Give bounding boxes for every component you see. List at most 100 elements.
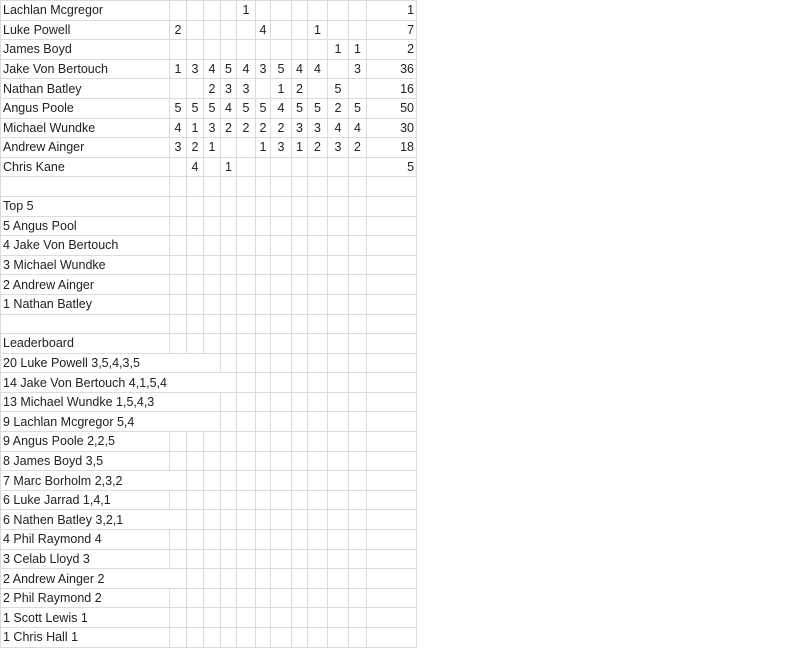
empty-cell[interactable] xyxy=(270,333,293,354)
empty-cell[interactable] xyxy=(220,509,238,531)
score-cell[interactable] xyxy=(255,156,272,178)
score-cell[interactable]: 5 xyxy=(255,97,272,119)
empty-cell[interactable] xyxy=(307,176,329,197)
empty-cell[interactable] xyxy=(236,195,257,217)
empty-cell[interactable] xyxy=(270,254,293,276)
empty-cell[interactable] xyxy=(220,274,238,295)
empty-cell[interactable] xyxy=(220,607,238,628)
empty-cell[interactable] xyxy=(270,411,293,433)
empty-cell[interactable] xyxy=(186,607,205,628)
empty-cell[interactable] xyxy=(186,391,204,413)
score-cell[interactable] xyxy=(169,0,188,21)
score-cell[interactable]: 1 xyxy=(169,58,188,80)
empty-cell[interactable] xyxy=(348,391,368,413)
empty-cell[interactable] xyxy=(186,568,205,589)
empty-cell[interactable] xyxy=(270,568,293,589)
score-cell[interactable] xyxy=(186,19,205,41)
empty-cell[interactable] xyxy=(169,235,188,256)
empty-cell[interactable] xyxy=(236,372,257,393)
empty-cell[interactable] xyxy=(186,489,205,511)
empty-cell[interactable] xyxy=(291,587,309,609)
empty-cell[interactable] xyxy=(220,195,238,217)
top5-item-label[interactable]: 2 Andrew Ainger xyxy=(0,274,171,295)
empty-cell[interactable] xyxy=(291,568,309,589)
empty-cell[interactable] xyxy=(366,195,418,217)
empty-cell[interactable] xyxy=(255,450,272,472)
total-cell[interactable]: 2 xyxy=(366,39,418,60)
empty-cell[interactable] xyxy=(220,529,238,550)
score-cell[interactable]: 4 xyxy=(270,97,293,119)
empty-cell[interactable] xyxy=(307,352,329,374)
empty-cell[interactable] xyxy=(203,391,222,413)
score-cell[interactable] xyxy=(270,156,293,178)
score-cell[interactable] xyxy=(169,156,188,178)
score-cell[interactable] xyxy=(236,137,257,158)
score-cell[interactable] xyxy=(203,39,222,60)
empty-cell[interactable] xyxy=(220,548,238,570)
empty-cell[interactable] xyxy=(236,235,257,256)
leaderboard-item-label[interactable]: 2 Phil Raymond 2 xyxy=(0,587,171,609)
empty-cell[interactable] xyxy=(270,607,293,628)
empty-cell[interactable] xyxy=(255,431,272,452)
score-cell[interactable] xyxy=(255,39,272,60)
empty-cell[interactable] xyxy=(169,176,188,197)
score-cell[interactable] xyxy=(348,0,368,21)
empty-cell[interactable] xyxy=(348,313,368,335)
empty-cell[interactable] xyxy=(307,568,329,589)
empty-cell[interactable] xyxy=(255,254,272,276)
empty-cell[interactable] xyxy=(366,176,418,197)
empty-cell[interactable] xyxy=(366,529,418,550)
empty-cell[interactable] xyxy=(307,509,329,531)
empty-cell[interactable] xyxy=(236,627,257,648)
score-cell[interactable] xyxy=(186,78,205,99)
top5-title-row-label[interactable]: Top 5 xyxy=(0,195,171,217)
empty-cell[interactable] xyxy=(169,627,188,648)
empty-cell[interactable] xyxy=(169,293,188,315)
total-cell[interactable]: 5 xyxy=(366,156,418,178)
score-cell[interactable] xyxy=(236,39,257,60)
empty-cell[interactable] xyxy=(220,568,238,589)
score-cell[interactable]: 2 xyxy=(327,97,350,119)
score-cell[interactable] xyxy=(307,0,329,21)
empty-cell[interactable] xyxy=(307,372,329,393)
empty-cell[interactable] xyxy=(270,372,293,393)
score-cell[interactable]: 3 xyxy=(236,78,257,99)
empty-cell[interactable] xyxy=(307,470,329,491)
empty-cell[interactable] xyxy=(307,607,329,628)
score-cell[interactable] xyxy=(348,19,368,41)
empty-cell[interactable] xyxy=(270,627,293,648)
score-cell[interactable]: 1 xyxy=(307,19,329,41)
empty-cell[interactable] xyxy=(169,431,188,452)
total-cell[interactable]: 18 xyxy=(366,137,418,158)
empty-cell[interactable] xyxy=(169,195,188,217)
leaderboard-item-label[interactable]: 2 Andrew Ainger 2 xyxy=(0,568,170,589)
empty-cell[interactable] xyxy=(291,509,309,531)
total-cell[interactable]: 1 xyxy=(366,0,418,21)
empty-cell[interactable] xyxy=(186,235,205,256)
score-cell[interactable]: 4 xyxy=(236,58,257,80)
empty-cell[interactable] xyxy=(203,548,222,570)
empty-cell[interactable] xyxy=(220,333,238,354)
empty-cell[interactable] xyxy=(203,372,221,393)
score-cell[interactable]: 5 xyxy=(307,97,329,119)
score-cell[interactable]: 5 xyxy=(169,97,188,119)
empty-cell[interactable] xyxy=(291,176,309,197)
score-cell[interactable] xyxy=(327,58,350,80)
leaderboard-item-label[interactable]: 8 James Boyd 3,5 xyxy=(0,450,171,472)
empty-cell[interactable] xyxy=(270,176,293,197)
score-cell[interactable] xyxy=(348,156,368,178)
empty-cell[interactable] xyxy=(220,176,238,197)
empty-cell[interactable] xyxy=(270,391,293,413)
empty-cell[interactable] xyxy=(307,411,329,433)
empty-cell[interactable] xyxy=(186,352,204,374)
empty-cell[interactable] xyxy=(255,195,272,217)
empty-cell[interactable] xyxy=(220,313,238,335)
empty-cell[interactable] xyxy=(220,470,238,491)
empty-cell[interactable] xyxy=(255,529,272,550)
score-cell[interactable]: 4 xyxy=(186,156,205,178)
empty-cell[interactable] xyxy=(203,293,222,315)
empty-cell[interactable] xyxy=(291,450,309,472)
empty-cell[interactable] xyxy=(169,529,188,550)
empty-cell[interactable] xyxy=(307,333,329,354)
empty-cell[interactable] xyxy=(255,215,272,237)
